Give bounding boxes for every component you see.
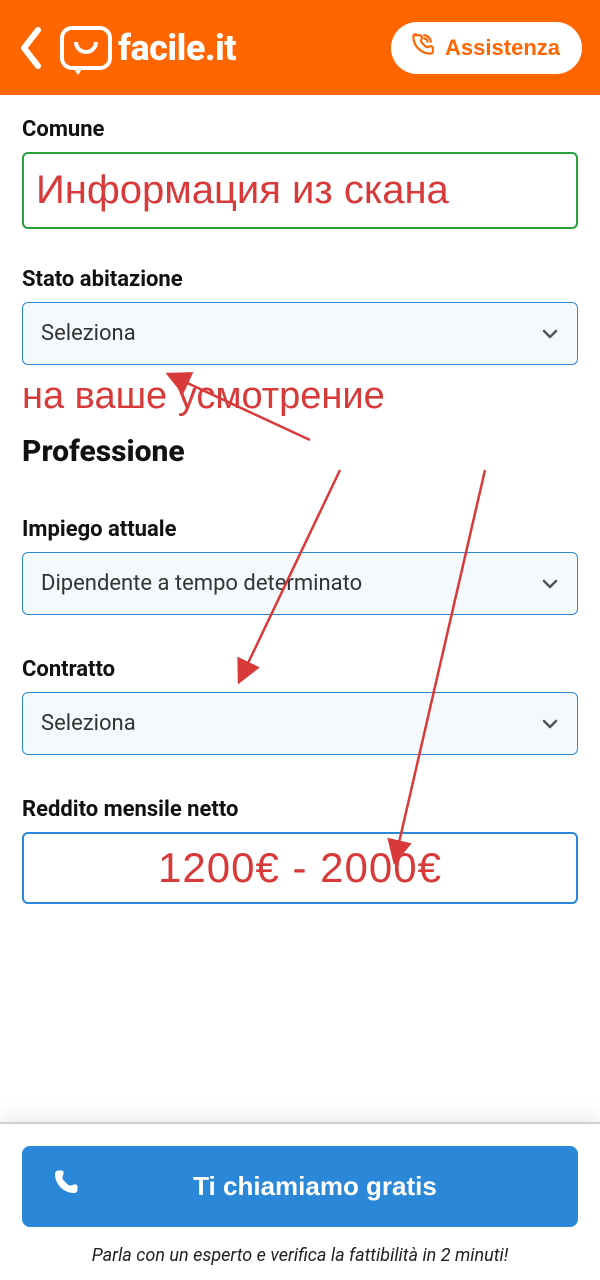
assistance-label: Assistenza (445, 35, 560, 61)
contratto-select[interactable]: Seleziona (22, 692, 578, 755)
impiego-label: Impiego attuale (22, 517, 578, 542)
logo[interactable]: facile.it (60, 26, 377, 70)
contratto-value: Seleziona (41, 711, 136, 736)
chevron-down-icon (541, 715, 559, 733)
logo-icon (60, 26, 112, 70)
comune-value: Информация из скана (36, 168, 564, 213)
footer-note: Parla con un esperto e verifica la fatti… (22, 1245, 578, 1266)
annotation-text: на ваше усмотрение (22, 375, 578, 418)
chevron-down-icon (541, 325, 559, 343)
call-button[interactable]: Ti chiamiamo gratis (22, 1146, 578, 1227)
footer-bar: Ti chiamiamo gratis Parla con un esperto… (0, 1122, 600, 1280)
impiego-select[interactable]: Dipendente a tempo determinato (22, 552, 578, 615)
stato-abitazione-value: Seleziona (41, 321, 136, 346)
stato-abitazione-select[interactable]: Seleziona (22, 302, 578, 365)
call-button-label: Ti chiamiamo gratis (74, 1171, 556, 1202)
phone-icon (409, 32, 435, 64)
professione-heading: Professione (22, 434, 578, 469)
chevron-down-icon (541, 575, 559, 593)
contratto-label: Contratto (22, 657, 578, 682)
reddito-input[interactable]: 1200€ - 2000€ (22, 832, 578, 904)
logo-text: facile.it (118, 27, 236, 69)
comune-label: Comune (22, 117, 578, 142)
impiego-value: Dipendente a tempo determinato (41, 571, 362, 596)
stato-abitazione-label: Stato abitazione (22, 267, 578, 292)
app-header: facile.it Assistenza (0, 0, 600, 95)
assistance-button[interactable]: Assistenza (391, 22, 582, 74)
form-content: Comune Информация из скана Stato abitazi… (0, 95, 600, 904)
reddito-value: 1200€ - 2000€ (158, 844, 442, 891)
back-icon[interactable] (18, 26, 46, 70)
reddito-label: Reddito mensile netto (22, 797, 578, 822)
comune-input[interactable]: Информация из скана (22, 152, 578, 229)
